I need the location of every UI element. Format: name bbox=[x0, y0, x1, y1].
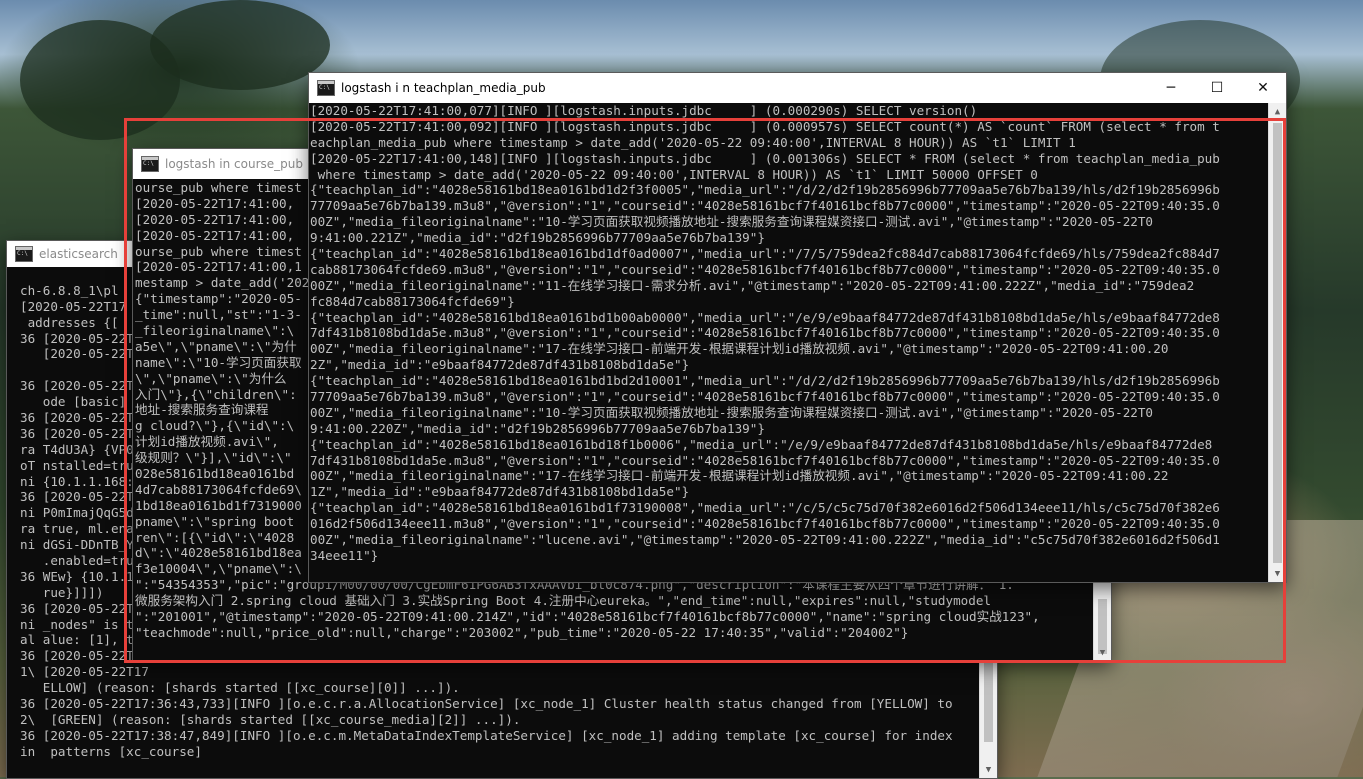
cmd-icon bbox=[141, 156, 159, 172]
console-line: {"teachplan_id":"4028e58161bd18ea0161bd1… bbox=[310, 309, 1220, 325]
console-line: 36 [2020-05-22T17:38:47,849][INFO ][o.e.… bbox=[20, 727, 953, 743]
teachplan-media-pub-console-window[interactable]: logstash i n teachplan_media_pub ─ ☐ ✕ [… bbox=[308, 72, 1287, 583]
scroll-down-arrow-icon[interactable]: ▼ bbox=[1094, 644, 1111, 661]
console-line: 77709aa5e76b7ba139.m3u8","@version":"1",… bbox=[310, 198, 1220, 214]
console-line: 00Z","media_fileoriginalname":"11-在线学习接口… bbox=[310, 277, 1195, 293]
console-line: 2Z","media_id":"e9baaf84772de87df431b810… bbox=[310, 357, 690, 373]
console-line: "teachmode":null,"price_old":null,"charg… bbox=[135, 624, 909, 640]
console-line: 00Z","media_fileoriginalname":"17-在线学习接口… bbox=[310, 341, 1169, 357]
console-line: 微服务架构入门 2.spring cloud 基础入门 3.实战Spring B… bbox=[135, 593, 991, 609]
scroll-down-arrow-icon[interactable]: ▼ bbox=[1269, 565, 1286, 582]
close-button[interactable]: ✕ bbox=[1240, 73, 1286, 103]
cmd-icon bbox=[15, 246, 33, 262]
console-line: 36 [2020-05-22T17:36:43,733][INFO ][o.e.… bbox=[20, 696, 953, 712]
console-line: 7df431b8108bd1da5e.m3u8","@version":"1",… bbox=[310, 325, 1220, 341]
console-line: eachplan_media_pub where timestamp > dat… bbox=[310, 134, 1076, 150]
window-title: logstash i n teachplan_media_pub bbox=[341, 81, 546, 95]
console-line: 7df431b8108bd1da5e.m3u8","@version":"1",… bbox=[310, 452, 1220, 468]
console-line: 016d2f506d134eee11.m3u8","@version":"1",… bbox=[310, 516, 1220, 532]
console-line: 9:41:00.221Z","media_id":"d2f19b2856996b… bbox=[310, 230, 765, 246]
console-line: 00Z","media_fileoriginalname":"lucene.av… bbox=[310, 532, 1220, 548]
console-line: {"teachplan_id":"4028e58161bd18ea0161bd1… bbox=[310, 246, 1220, 262]
console-line: [2020-05-22T17:41:00,077][INFO ][logstas… bbox=[310, 103, 978, 118]
console-line: 77709aa5e76b7ba139.m3u8","@version":"1",… bbox=[310, 389, 1220, 405]
console-line: 00Z","media_fileoriginalname":"10-学习页面获取… bbox=[310, 214, 1154, 230]
console-line: {"teachplan_id":"4028e58161bd18ea0161bd1… bbox=[310, 373, 1220, 389]
console-line: 2\ [GREEN] (reason: [shards started [[xc… bbox=[20, 711, 521, 727]
console-line: ":"201001","@timestamp":"2020-05-22T09:4… bbox=[135, 609, 1040, 625]
console-line: {"teachplan_id":"4028e58161bd18ea0161bd1… bbox=[310, 500, 1220, 516]
scroll-up-arrow-icon[interactable]: ▲ bbox=[1269, 103, 1286, 120]
vertical-scrollbar[interactable]: ▲ ▼ bbox=[1268, 103, 1286, 582]
window-title: elasticsearch bbox=[39, 247, 118, 261]
console-line: cab88173064fcfde69.m3u8","@version":"1",… bbox=[310, 261, 1220, 277]
console-output[interactable]: [2020-05-22T17:41:00,077][INFO ][logstas… bbox=[309, 103, 1269, 582]
teachplan-titlebar[interactable]: logstash i n teachplan_media_pub ─ ☐ ✕ bbox=[309, 73, 1286, 103]
console-line: 1\ [2020-05-22T17 bbox=[20, 664, 149, 680]
scroll-down-arrow-icon[interactable]: ▼ bbox=[980, 761, 997, 778]
console-line: {"teachplan_id":"4028e58161bd18ea0161bd1… bbox=[310, 182, 1220, 198]
window-title: logstash in course_pub bbox=[165, 157, 303, 171]
console-line: 00Z","media_fileoriginalname":"10-学习页面获取… bbox=[310, 404, 1154, 420]
console-line: 00Z","media_fileoriginalname":"17-在线学习接口… bbox=[310, 468, 1169, 484]
cmd-icon bbox=[317, 80, 335, 96]
window-controls: ─ ☐ ✕ bbox=[1148, 73, 1286, 103]
minimize-button[interactable]: ─ bbox=[1148, 73, 1194, 103]
console-line: where timestamp > date_add('2020-05-22 0… bbox=[310, 166, 1038, 182]
console-line: 9:41:00.220Z","media_id":"d2f19b2856996b… bbox=[310, 420, 765, 436]
console-line: ELLOW] (reason: [shards started [[xc_cou… bbox=[20, 680, 460, 696]
scroll-thumb[interactable] bbox=[1273, 123, 1282, 563]
console-line: {"teachplan_id":"4028e58161bd18ea0161bd1… bbox=[310, 436, 1213, 452]
console-line: [2020-05-22T17:41:00,148][INFO ][logstas… bbox=[310, 150, 1220, 166]
console-line: fc884d7cab88173064fcfde69"} bbox=[310, 293, 515, 309]
wallpaper-tree bbox=[150, 0, 330, 90]
console-line: [2020-05-22T17:41:00,092][INFO ][logstas… bbox=[310, 118, 1220, 134]
console-line: 1Z","media_id":"e9baaf84772de87df431b810… bbox=[310, 484, 690, 500]
maximize-button[interactable]: ☐ bbox=[1194, 73, 1240, 103]
console-line: in patterns [xc_course] bbox=[20, 743, 202, 759]
console-line: 34eee11"} bbox=[310, 547, 379, 563]
